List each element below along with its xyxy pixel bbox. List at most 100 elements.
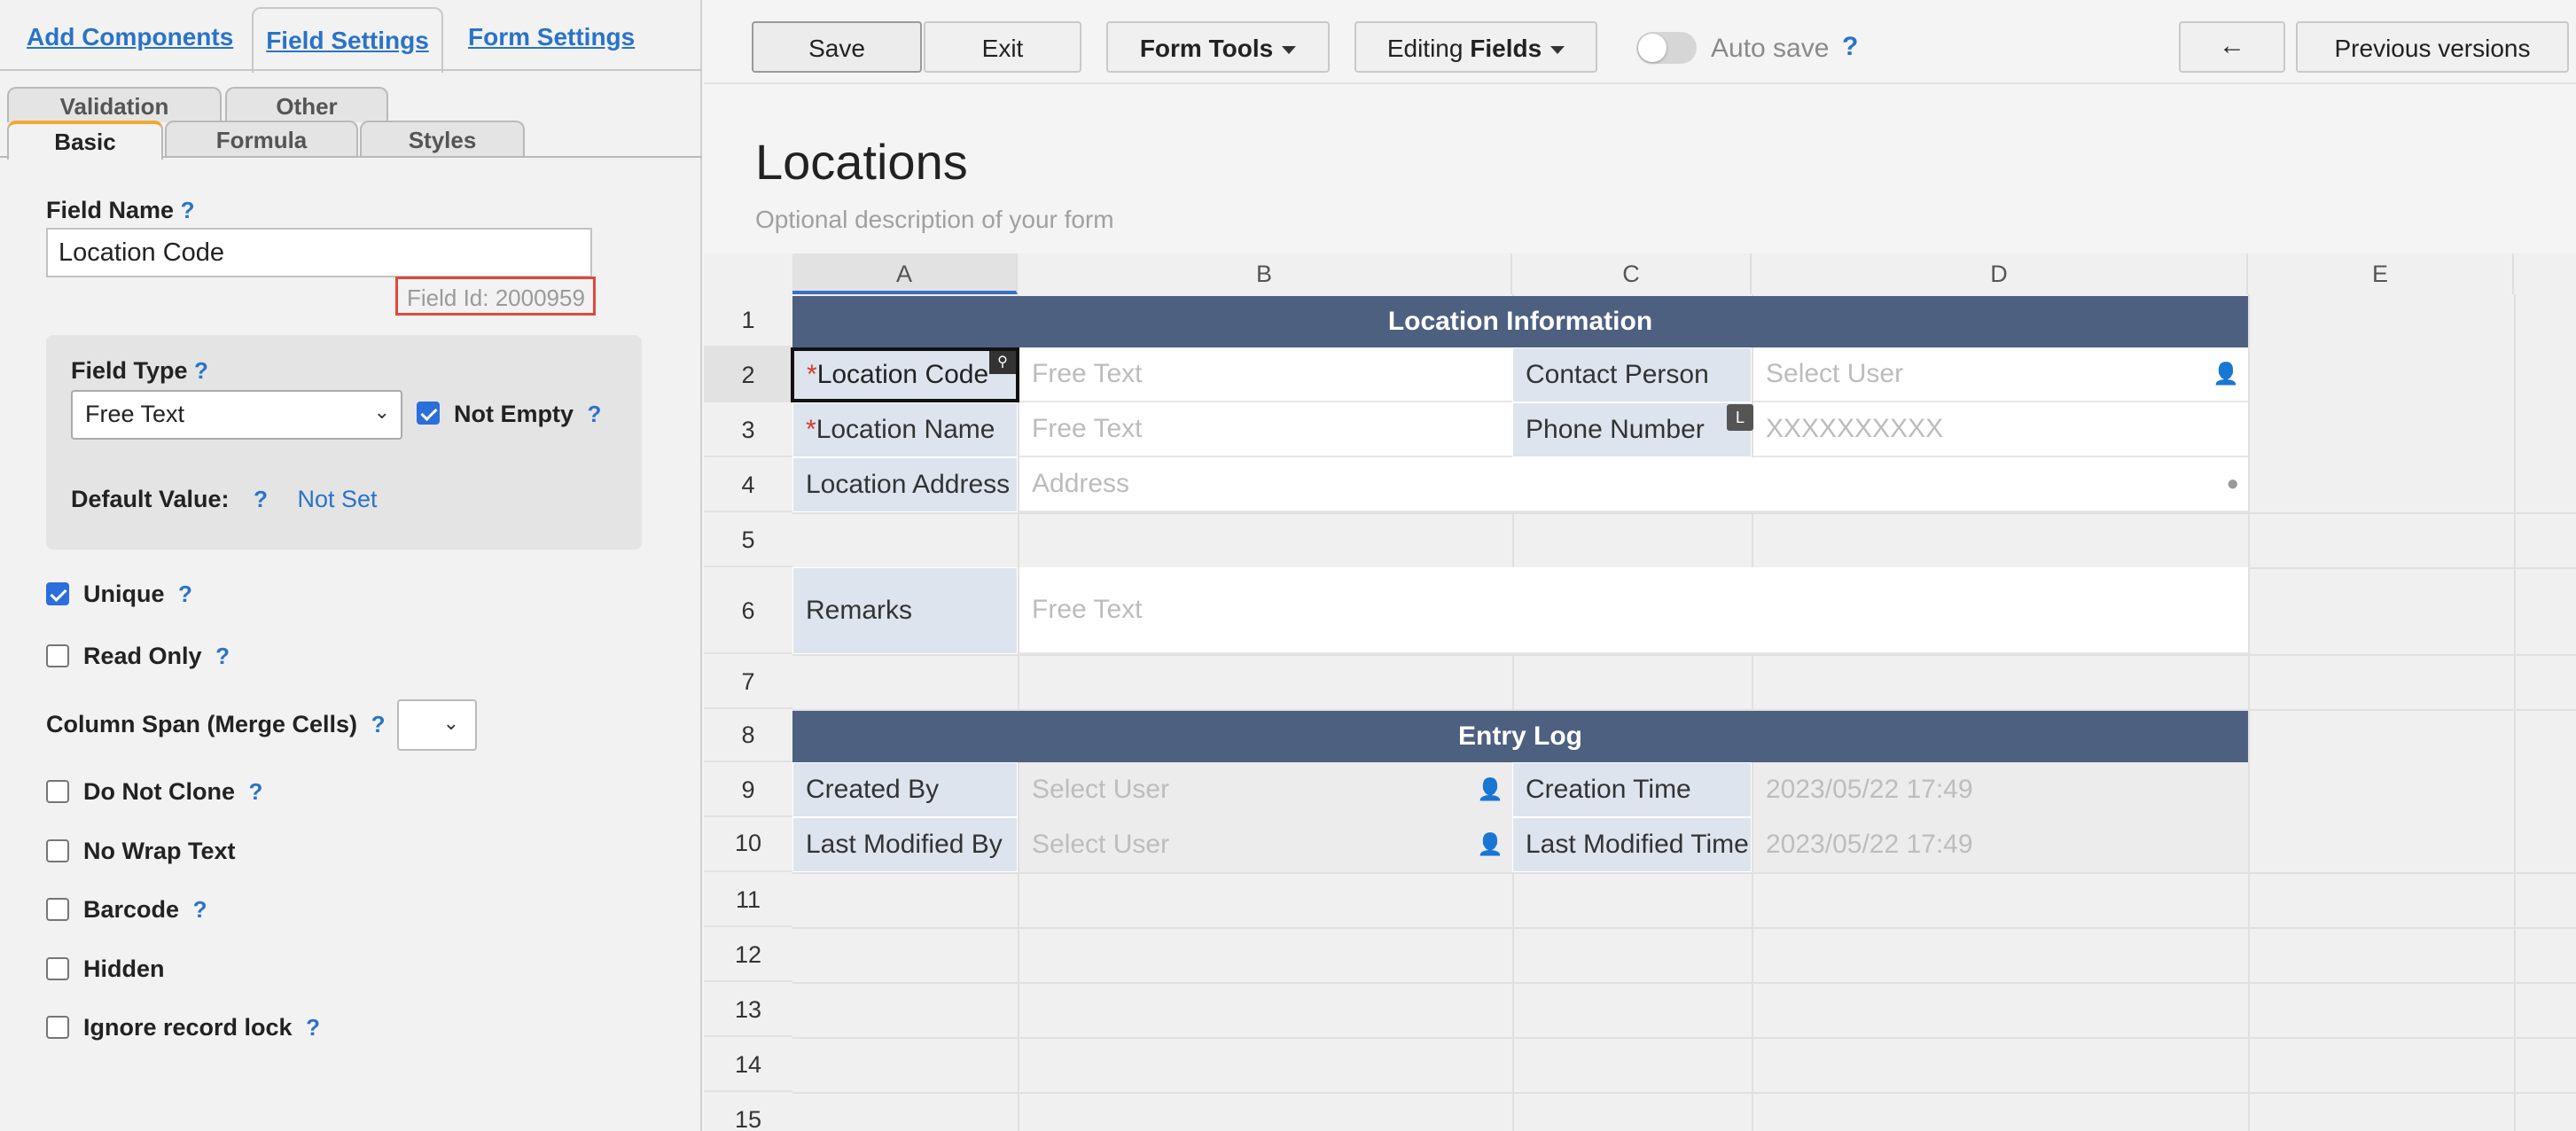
subtab-basic[interactable]: Basic [7,121,163,160]
ignore-record-lock-checkbox[interactable] [46,1016,69,1039]
cell-contact-person-label[interactable]: Contact Person [1512,347,1752,402]
tab-field-settings[interactable]: Field Settings [252,7,443,73]
column-header-a[interactable]: A [792,254,1018,294]
no-wrap-text-checkbox[interactable] [46,839,69,862]
row-header[interactable]: 11 [704,872,792,927]
help-icon[interactable]: ? [181,197,195,223]
form-tools-button[interactable]: Form Tools [1106,21,1330,73]
cell-location-address-label[interactable]: Location Address [792,457,1018,512]
cell-location-name-input[interactable]: Free Text [1019,402,1512,457]
cell-placeholder: Select User [1032,830,1170,859]
row-header[interactable]: 3 [704,402,792,457]
help-icon[interactable]: ? [306,1014,320,1041]
field-type-select[interactable]: Free Text ⌄ [71,390,402,440]
row-header[interactable]: 15 [704,1092,792,1131]
column-header-b[interactable]: B [1018,254,1512,294]
row-header[interactable]: 13 [704,982,792,1037]
column-header-e[interactable]: E [2248,254,2514,294]
help-icon[interactable]: ? [254,486,268,512]
row-header[interactable]: 14 [704,1037,792,1092]
editing-mode-button[interactable]: Editing Fields [1354,21,1597,73]
help-icon[interactable]: ? [194,357,208,384]
cell-remarks-label[interactable]: Remarks [792,567,1018,654]
tab-add-components[interactable]: Add Components [27,9,233,69]
cell-last-modified-time-label[interactable]: Last Modified Time [1512,817,1752,872]
not-empty-checkbox[interactable] [417,402,440,425]
field-settings-panel: Add Components Field Settings Form Setti… [0,0,702,1131]
read-only-checkbox[interactable] [46,644,69,667]
auto-save-label: Auto save [1711,34,1830,63]
cell-created-by-value[interactable]: Select User 👤 [1019,762,1512,817]
help-icon[interactable]: ? [215,643,230,669]
cell-phone-number-label[interactable]: Phone Number [1512,402,1752,457]
required-marker: * [806,415,816,444]
cell-phone-number-input[interactable]: XXXXXXXXXX [1753,402,2248,457]
form-tools-label: Form Tools [1139,35,1274,62]
help-icon[interactable]: ? [178,581,192,607]
cell-last-modified-time-value[interactable]: 2023/05/22 17:49 [1753,817,2248,872]
row-header[interactable]: 8 [704,709,792,762]
help-icon[interactable]: ? [1842,32,1858,62]
column-header-c[interactable]: C [1512,254,1752,294]
section-header-location-information[interactable]: Location Information [792,296,2248,347]
subtab-other[interactable]: Other [225,87,388,122]
subtab-formula[interactable]: Formula [165,121,358,156]
cell-location-address-input[interactable]: Address ● [1019,457,2248,512]
field-name-input[interactable]: Location Code [46,228,592,277]
auto-save-toggle[interactable] [1636,32,1697,64]
column-header-d[interactable]: D [1752,254,2248,294]
cell-location-name-label[interactable]: * Location Name [792,402,1018,457]
cell-location-code-label[interactable]: * Location Code ⚲ [791,347,1019,402]
exit-button[interactable]: Exit [924,21,1081,73]
form-title[interactable]: Locations [755,133,968,191]
form-description[interactable]: Optional description of your form [755,206,1114,234]
help-icon[interactable]: ? [249,778,263,805]
row-header[interactable]: 6 [704,567,792,654]
cell-contact-person-input[interactable]: Select User 👤 [1753,347,2248,402]
row-header[interactable]: 9 [704,762,792,817]
default-value-link[interactable]: Not Set [297,486,377,512]
cell-creation-time-value[interactable]: 2023/05/22 17:49 [1753,762,2248,817]
cell-creation-time-label[interactable]: Creation Time [1512,762,1752,817]
row-header[interactable]: 4 [704,457,792,512]
hidden-checkbox[interactable] [46,957,69,980]
chevron-down-icon: ⌄ [373,401,390,423]
previous-versions-button[interactable]: Previous versions [2296,21,2569,73]
row-header[interactable]: 12 [704,927,792,982]
row-header[interactable]: 10 [704,817,792,872]
subtab-validation[interactable]: Validation [7,87,222,122]
help-icon[interactable]: ? [193,896,207,923]
tab-form-settings[interactable]: Form Settings [468,9,635,69]
barcode-checkbox[interactable] [46,898,69,921]
user-icon: 👤 [2213,362,2239,386]
help-icon[interactable]: ? [588,401,602,427]
arrow-left-icon: ← [2219,31,2245,60]
do-not-clone-checkbox[interactable] [46,780,69,803]
row-header[interactable]: 1 [704,294,792,347]
row-header[interactable]: 7 [704,654,792,709]
option-label: Read Only [83,643,202,669]
field-type-heading: Field Type ? [71,357,208,385]
back-arrow-button[interactable]: ← [2179,21,2285,73]
barcode-option: Barcode ? [83,896,207,924]
save-button[interactable]: Save [752,21,922,73]
row-header[interactable]: 5 [704,512,792,567]
cell-last-modified-by-value[interactable]: Select User 👤 [1019,817,1512,872]
subtab-styles[interactable]: Styles [360,121,525,156]
lookup-badge[interactable]: L [1727,404,1753,431]
grid-line [792,1092,2576,1094]
section-header-entry-log[interactable]: Entry Log [792,711,2248,762]
grid-line [792,927,2576,929]
unique-option: Unique ? [83,581,192,608]
not-empty-label: Not Empty [454,401,574,427]
help-icon[interactable]: ? [371,711,386,737]
grid-line [792,512,2576,514]
option-label: Do Not Clone [83,778,235,805]
unique-checkbox[interactable] [46,582,69,605]
cell-location-code-input[interactable]: Free Text [1019,347,1512,402]
cell-created-by-label[interactable]: Created By [792,762,1018,817]
cell-last-modified-by-label[interactable]: Last Modified By [792,817,1018,872]
column-span-select[interactable]: ⌄ [397,699,477,751]
cell-remarks-input[interactable]: Free Text [1019,567,2248,654]
row-header[interactable]: 2 [704,347,792,402]
